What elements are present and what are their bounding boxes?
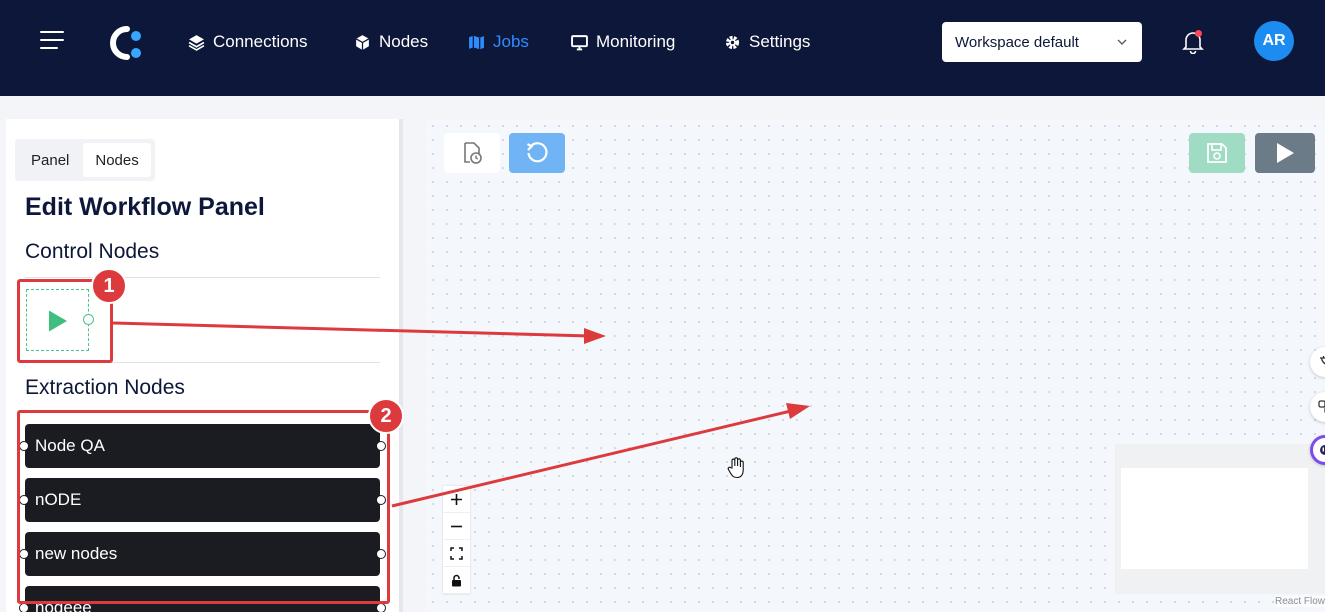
assistant-icon: [1320, 445, 1325, 455]
workspace-select-value: Workspace default: [955, 33, 1079, 51]
extraction-node-label: nODE: [35, 490, 82, 509]
rotate-icon: [526, 142, 548, 163]
translate-icon: [1320, 356, 1325, 365]
zoom-controls: [443, 486, 470, 594]
extraction-nodes-heading: Extraction Nodes: [25, 376, 185, 399]
user-avatar[interactable]: AR: [1254, 21, 1294, 61]
react-flow-attribution[interactable]: React Flow: [1274, 596, 1325, 607]
workflow-side-panel: Panel Nodes Edit Workflow Panel Control …: [6, 119, 403, 612]
app-logo[interactable]: [103, 23, 143, 63]
lock-button[interactable]: [443, 567, 470, 594]
minus-icon: [451, 525, 462, 527]
nav-monitoring-label: Monitoring: [596, 32, 676, 51]
save-icon: [1207, 143, 1227, 163]
minimap-viewport: [1121, 468, 1308, 569]
extraction-node[interactable]: new nodes: [19, 532, 386, 576]
minimap[interactable]: [1115, 444, 1325, 594]
extraction-node-label: nodeee: [35, 598, 92, 612]
nav-connections-label: Connections: [213, 32, 308, 51]
chevron-down-icon: [1117, 39, 1127, 45]
node-input-handle[interactable]: [19, 441, 29, 451]
lock-icon: [452, 574, 461, 586]
play-icon: [1277, 143, 1294, 163]
menu-icon[interactable]: [40, 31, 66, 49]
extraction-node[interactable]: nODE: [19, 478, 386, 522]
plus-icon: [451, 493, 462, 505]
node-input-handle[interactable]: [19, 495, 29, 505]
tab-nodes[interactable]: Nodes: [83, 143, 151, 177]
start-node-handle[interactable]: [83, 314, 94, 325]
extraction-node-label: Node QA: [35, 436, 105, 455]
divider: [25, 277, 380, 278]
nav-nodes[interactable]: Nodes: [354, 30, 428, 54]
node-input-handle[interactable]: [19, 549, 29, 559]
nav-jobs[interactable]: Jobs: [468, 30, 529, 54]
zoom-out-button[interactable]: [443, 513, 470, 540]
hand-cursor-icon: [727, 457, 744, 479]
notification-dot: [1195, 30, 1202, 37]
extraction-node[interactable]: nodeee: [19, 586, 386, 612]
play-icon: [49, 310, 67, 332]
notifications-button[interactable]: [1182, 30, 1204, 55]
control-nodes-heading: Control Nodes: [25, 240, 160, 263]
monitor-icon: [571, 34, 588, 51]
panel-tabs: Panel Nodes: [15, 139, 155, 181]
nav-connections[interactable]: Connections: [188, 30, 308, 54]
nav-monitoring[interactable]: Monitoring: [571, 30, 675, 54]
panel-title: Edit Workflow Panel: [25, 193, 265, 221]
fit-view-icon: [450, 546, 463, 560]
annotation-badge-2: 2: [368, 398, 404, 434]
reset-button[interactable]: [509, 133, 565, 173]
floating-action-button[interactable]: [1310, 347, 1325, 377]
zoom-in-button[interactable]: [443, 486, 470, 513]
nav-settings[interactable]: Settings: [724, 30, 810, 54]
tab-panel[interactable]: Panel: [19, 143, 81, 177]
floating-action-button[interactable]: [1310, 392, 1325, 422]
node-output-handle[interactable]: [376, 603, 386, 612]
link-icon: [1318, 400, 1325, 414]
node-output-handle[interactable]: [376, 441, 386, 451]
fit-view-button[interactable]: [443, 540, 470, 567]
start-control-node[interactable]: [26, 289, 89, 351]
run-button[interactable]: [1255, 133, 1315, 173]
layers-icon: [188, 34, 205, 51]
workflow-canvas[interactable]: React Flow: [426, 119, 1325, 612]
annotation-badge-1: 1: [91, 268, 127, 304]
workspace-select[interactable]: Workspace default: [942, 22, 1142, 62]
node-input-handle[interactable]: [19, 603, 29, 612]
extraction-node[interactable]: Node QA: [19, 424, 386, 468]
save-button[interactable]: [1189, 133, 1245, 173]
divider: [25, 362, 380, 363]
node-output-handle[interactable]: [376, 549, 386, 559]
gear-icon: [724, 34, 741, 51]
extraction-node-label: new nodes: [35, 544, 118, 563]
nav-settings-label: Settings: [749, 32, 811, 51]
top-navigation-bar: Connections Nodes Jobs Monitoring Settin…: [0, 0, 1325, 96]
nav-nodes-label: Nodes: [379, 32, 429, 51]
cube-icon: [354, 34, 371, 51]
node-output-handle[interactable]: [376, 495, 386, 505]
clock-document-icon: [464, 142, 482, 164]
nav-jobs-label: Jobs: [493, 32, 529, 51]
history-button[interactable]: [444, 133, 500, 173]
map-icon: [468, 34, 485, 51]
